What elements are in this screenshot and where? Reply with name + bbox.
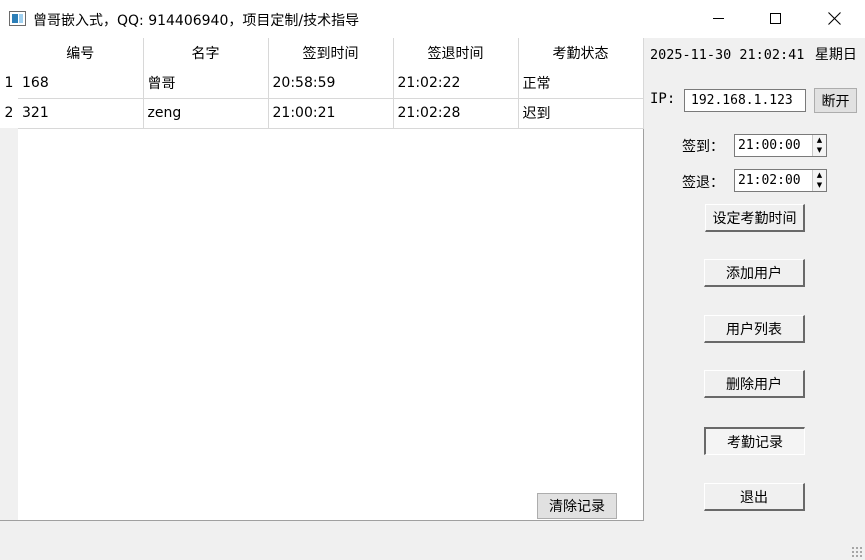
cell-id[interactable]: 168 — [18, 68, 144, 99]
close-button[interactable] — [811, 0, 857, 36]
spin-arrows[interactable]: ▲ ▼ — [812, 135, 826, 156]
spin-down-icon[interactable]: ▼ — [813, 145, 826, 155]
checkin-time-value[interactable]: 21:00:00 — [738, 135, 801, 156]
attendance-records-button[interactable]: 考勤记录 — [704, 427, 805, 455]
checkin-time-spinbox[interactable]: 21:00:00 ▲ ▼ — [734, 134, 827, 157]
add-user-button[interactable]: 添加用户 — [704, 259, 805, 287]
checkin-label: 签到： — [682, 139, 724, 155]
checkout-label: 签退： — [682, 175, 724, 191]
row-number[interactable]: 1 — [0, 68, 18, 98]
clear-records-button[interactable]: 清除记录 — [537, 493, 617, 519]
spin-up-icon[interactable]: ▲ — [813, 135, 826, 145]
cell-checkin-time[interactable]: 21:00:21 — [268, 98, 394, 129]
row-number[interactable]: 2 — [0, 98, 18, 128]
set-attendance-time-button[interactable]: 设定考勤时间 — [705, 204, 805, 232]
column-header-name[interactable]: 名字 — [143, 38, 269, 68]
app-icon — [9, 11, 26, 26]
table-row[interactable]: 321 zeng 21:00:21 21:02:28 迟到 — [18, 98, 644, 129]
cell-status[interactable]: 正常 — [518, 68, 644, 99]
column-header-checkout-time[interactable]: 签退时间 — [393, 38, 519, 68]
spin-arrows[interactable]: ▲ ▼ — [812, 170, 826, 191]
checkout-time-value[interactable]: 21:02:00 — [738, 170, 801, 191]
status-bar — [0, 521, 865, 560]
table-corner — [0, 38, 18, 68]
attendance-table: 编号 名字 签到时间 签退时间 考勤状态 168 曾哥 20:58:59 21:… — [18, 38, 644, 129]
title-bar: 曾哥嵌入式，QQ: 914406940，项目定制/技术指导 — [0, 0, 865, 38]
checkout-time-spinbox[interactable]: 21:02:00 ▲ ▼ — [734, 169, 827, 192]
column-header-checkin-time[interactable]: 签到时间 — [268, 38, 394, 68]
delete-user-button[interactable]: 删除用户 — [704, 370, 805, 398]
cell-checkout-time[interactable]: 21:02:22 — [393, 68, 519, 99]
cell-checkin-time[interactable]: 20:58:59 — [268, 68, 394, 99]
ip-label: IP: — [650, 91, 676, 107]
cell-checkout-time[interactable]: 21:02:28 — [393, 98, 519, 129]
table-header-row: 编号 名字 签到时间 签退时间 考勤状态 — [18, 38, 644, 68]
ip-input[interactable]: 192.168.1.123 — [684, 89, 806, 112]
disconnect-button[interactable]: 断开 — [814, 88, 857, 113]
spin-down-icon[interactable]: ▼ — [813, 180, 826, 190]
resize-grip-icon[interactable] — [851, 546, 863, 558]
minimize-icon — [712, 17, 724, 19]
column-header-id[interactable]: 编号 — [18, 38, 144, 68]
cell-name[interactable]: 曾哥 — [143, 68, 269, 99]
exit-button[interactable]: 退出 — [704, 483, 805, 511]
minimize-button[interactable] — [695, 0, 741, 36]
maximize-button[interactable] — [752, 0, 798, 36]
weekday-value: 星期日 — [814, 47, 857, 63]
cell-id[interactable]: 321 — [18, 98, 144, 129]
current-datetime: 2025-11-30 21:02:41 星期日 — [650, 44, 857, 64]
table-row[interactable]: 168 曾哥 20:58:59 21:02:22 正常 — [18, 68, 644, 99]
cell-name[interactable]: zeng — [143, 98, 269, 129]
close-icon — [827, 11, 841, 25]
datetime-value: 2025-11-30 21:02:41 — [650, 47, 805, 63]
maximize-icon — [769, 12, 781, 24]
cell-status[interactable]: 迟到 — [518, 98, 644, 129]
user-list-button[interactable]: 用户列表 — [704, 315, 805, 343]
attendance-table-panel: 1 2 编号 名字 签到时间 签退时间 考勤状态 168 曾哥 20:58:59… — [0, 38, 644, 521]
spin-up-icon[interactable]: ▲ — [813, 170, 826, 180]
column-header-status[interactable]: 考勤状态 — [518, 38, 644, 68]
window-title: 曾哥嵌入式，QQ: 914406940，项目定制/技术指导 — [33, 13, 360, 29]
